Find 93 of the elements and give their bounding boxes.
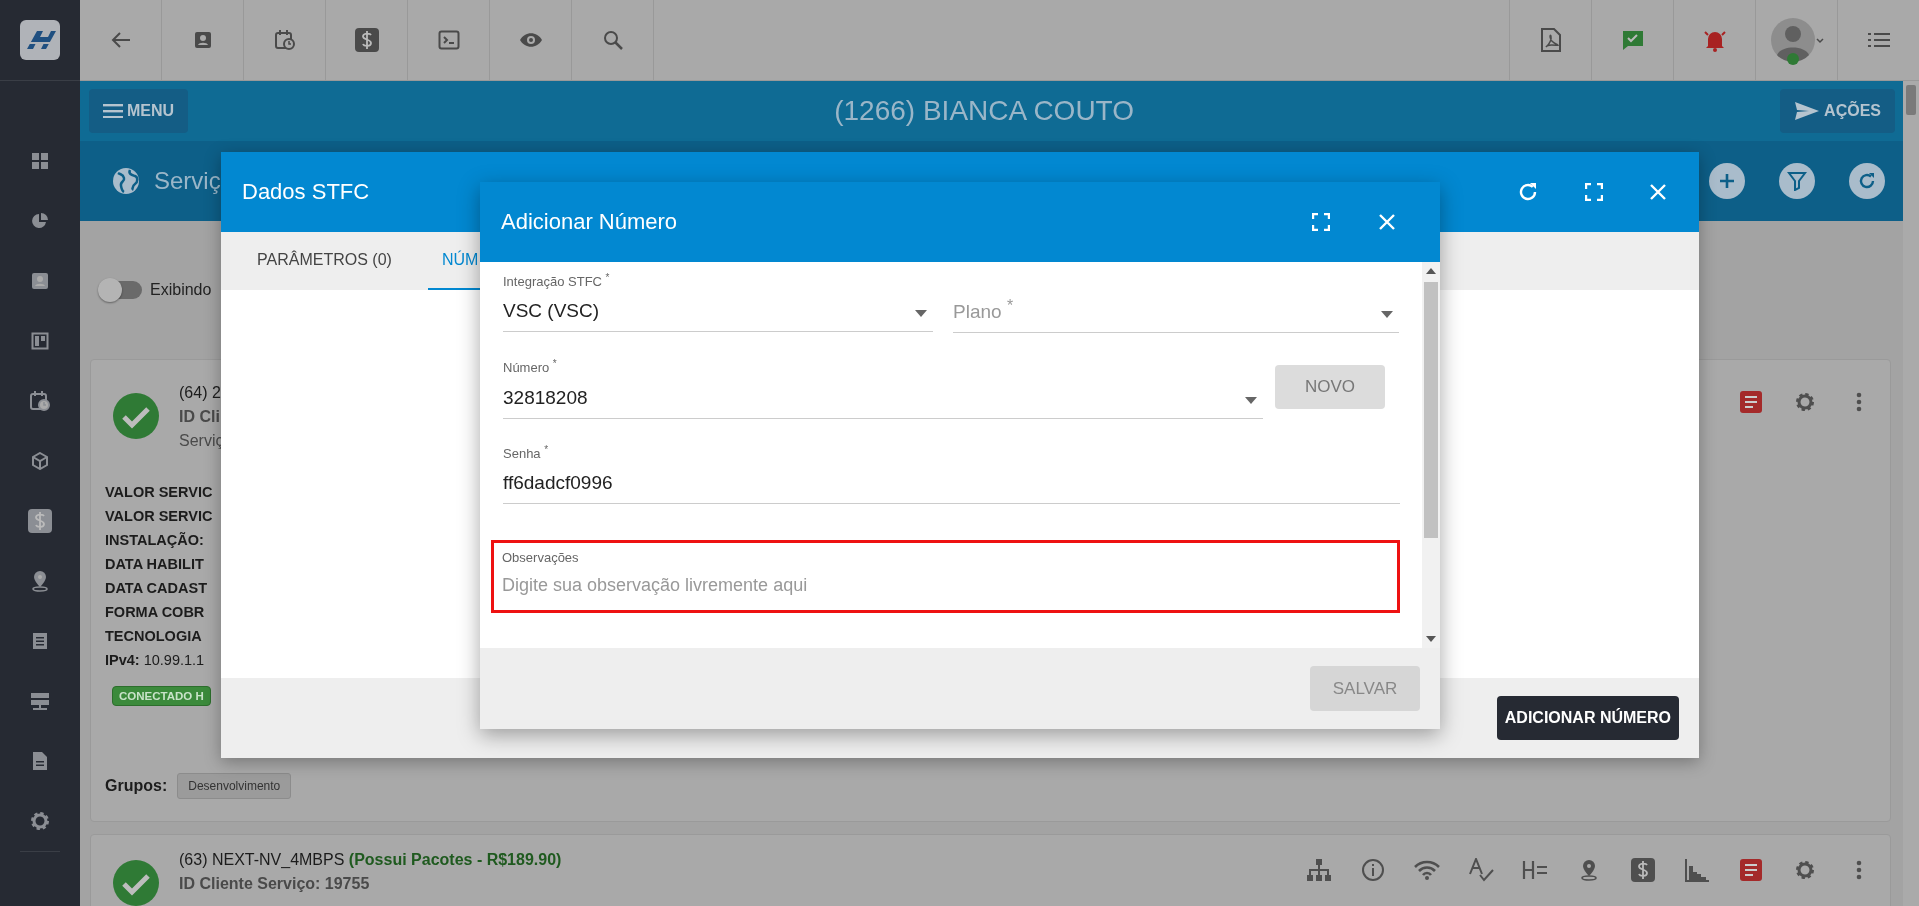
document-icon[interactable]	[32, 751, 48, 771]
location-pin-icon[interactable]	[1579, 859, 1599, 881]
toggle-label: Exibindo	[150, 281, 212, 299]
ip-address: IPv4: 10.99.1.1	[105, 651, 205, 670]
bar-chart-icon[interactable]	[1684, 858, 1710, 882]
back-arrow-icon[interactable]	[110, 31, 131, 49]
service-title: (63) NEXT-NV_4MBPS (Possui Pacotes - R$189.90)	[179, 851, 562, 869]
scroll-up-icon[interactable]	[1426, 268, 1436, 274]
tab[interactable]: PARÂMETROS (0)	[221, 232, 428, 290]
field-label: DATA CADAST	[105, 579, 208, 598]
pie-chart-icon[interactable]	[31, 212, 49, 230]
filter-button[interactable]	[1779, 163, 1815, 199]
fullscreen-icon[interactable]	[1585, 183, 1603, 201]
field-label: VALOR SERVIC	[105, 507, 213, 526]
settings-icon[interactable]	[1793, 390, 1817, 414]
logo-icon[interactable]	[19, 19, 61, 61]
groups-label: Grupos:	[105, 777, 168, 795]
avatar-icon[interactable]	[1768, 15, 1825, 65]
client-title: (1266) BIANCA COUTO	[834, 95, 1134, 127]
wifi-icon[interactable]	[1414, 860, 1440, 880]
caret-icon	[1381, 311, 1393, 319]
field-label: VALOR SERVIC	[105, 483, 213, 502]
search-icon[interactable]	[602, 30, 623, 50]
caret-icon	[1245, 396, 1257, 404]
contact-card-icon[interactable]	[192, 30, 213, 50]
contact-card-icon[interactable]	[30, 271, 50, 291]
field-label: TECNOLOGIA	[105, 627, 202, 646]
more-options-icon[interactable]	[1856, 860, 1862, 880]
client-service-id: ID Cliente Serviço: 19755	[179, 875, 370, 893]
client-service-id: ID Cli	[179, 408, 220, 426]
scroll-down-icon[interactable]	[1426, 636, 1436, 642]
close-icon[interactable]	[1649, 183, 1667, 201]
input-field[interactable]: Senha $^{*}$ ff6dadcf0996	[503, 440, 1400, 504]
more-options-icon[interactable]	[1856, 392, 1862, 412]
group-tag: Desenvolvimento	[177, 773, 292, 799]
observations-field[interactable]: Observações Digite sua observação livremente aqui	[491, 540, 1400, 613]
add-button[interactable]	[1709, 163, 1745, 199]
new-button[interactable]: NOVO	[1275, 365, 1385, 409]
scrollbar[interactable]	[1422, 262, 1440, 648]
select-field[interactable]: Número $^{*}$ 32818208	[503, 355, 1263, 419]
check-circle-icon	[112, 392, 160, 440]
note-icon[interactable]	[1739, 858, 1763, 882]
field-label: DATA HABILIT	[105, 555, 204, 574]
refresh-icon	[1857, 171, 1877, 191]
check-circle-icon	[112, 859, 160, 906]
refresh-icon[interactable]	[1517, 181, 1539, 203]
eye-icon[interactable]	[518, 32, 543, 48]
fullscreen-icon[interactable]	[1312, 213, 1330, 231]
filter-icon	[1787, 171, 1807, 191]
calendar-clock-icon[interactable]	[273, 29, 296, 51]
dollar-icon[interactable]	[353, 27, 380, 53]
terminal-icon[interactable]	[437, 30, 460, 50]
status-badge: CONECTADO H	[112, 686, 211, 706]
add-number-button[interactable]: ADICIONAR NÚMERO	[1496, 696, 1679, 740]
h-equals-icon[interactable]	[1522, 860, 1548, 880]
menu-icon	[103, 104, 123, 118]
list-icon[interactable]	[1867, 32, 1890, 48]
dollar-icon[interactable]	[1630, 857, 1656, 883]
plus-icon	[1718, 172, 1736, 190]
cube-icon[interactable]	[31, 452, 49, 470]
calendar-clock-icon[interactable]	[29, 390, 51, 412]
info-icon[interactable]	[1361, 858, 1385, 882]
section-title: Serviç	[154, 167, 221, 195]
field-label: INSTALAÇÃO:	[105, 531, 204, 550]
scrollbar[interactable]	[1903, 81, 1919, 906]
pdf-file-icon[interactable]	[1540, 28, 1561, 52]
location-pin-icon[interactable]	[30, 570, 50, 592]
chat-check-icon[interactable]	[1620, 29, 1645, 51]
select-field[interactable]: Integração STFC $^{*}$ VSC (VSC)	[503, 269, 933, 333]
actions-button[interactable]: AÇÕES	[1780, 89, 1895, 133]
board-icon[interactable]	[31, 332, 49, 350]
spellcheck-icon[interactable]	[1468, 858, 1494, 882]
settings-icon[interactable]	[1793, 858, 1817, 882]
settings-icon[interactable]	[28, 809, 52, 833]
globe-icon	[112, 167, 140, 195]
toggle-switch[interactable]	[100, 281, 142, 299]
server-icon[interactable]	[30, 692, 50, 710]
send-icon	[1794, 101, 1821, 121]
field-label: FORMA COBR	[105, 603, 205, 622]
refresh-button[interactable]	[1849, 163, 1885, 199]
service-title: (64) 2	[179, 384, 221, 402]
service-subtitle: Serviç	[179, 432, 224, 450]
dialog-title: Dados STFC	[242, 179, 370, 205]
dashboard-icon[interactable]	[31, 152, 49, 170]
caret-icon	[915, 310, 927, 318]
hierarchy-icon[interactable]	[1306, 858, 1332, 882]
dialog-title: Adicionar Número	[501, 209, 678, 235]
menu-button[interactable]: MENU	[89, 89, 189, 133]
note-icon[interactable]	[1739, 390, 1763, 414]
alarm-bell-icon[interactable]	[1701, 28, 1728, 52]
close-icon[interactable]	[1378, 213, 1396, 231]
dollar-icon[interactable]	[27, 508, 53, 534]
receipt-icon[interactable]	[31, 632, 49, 650]
